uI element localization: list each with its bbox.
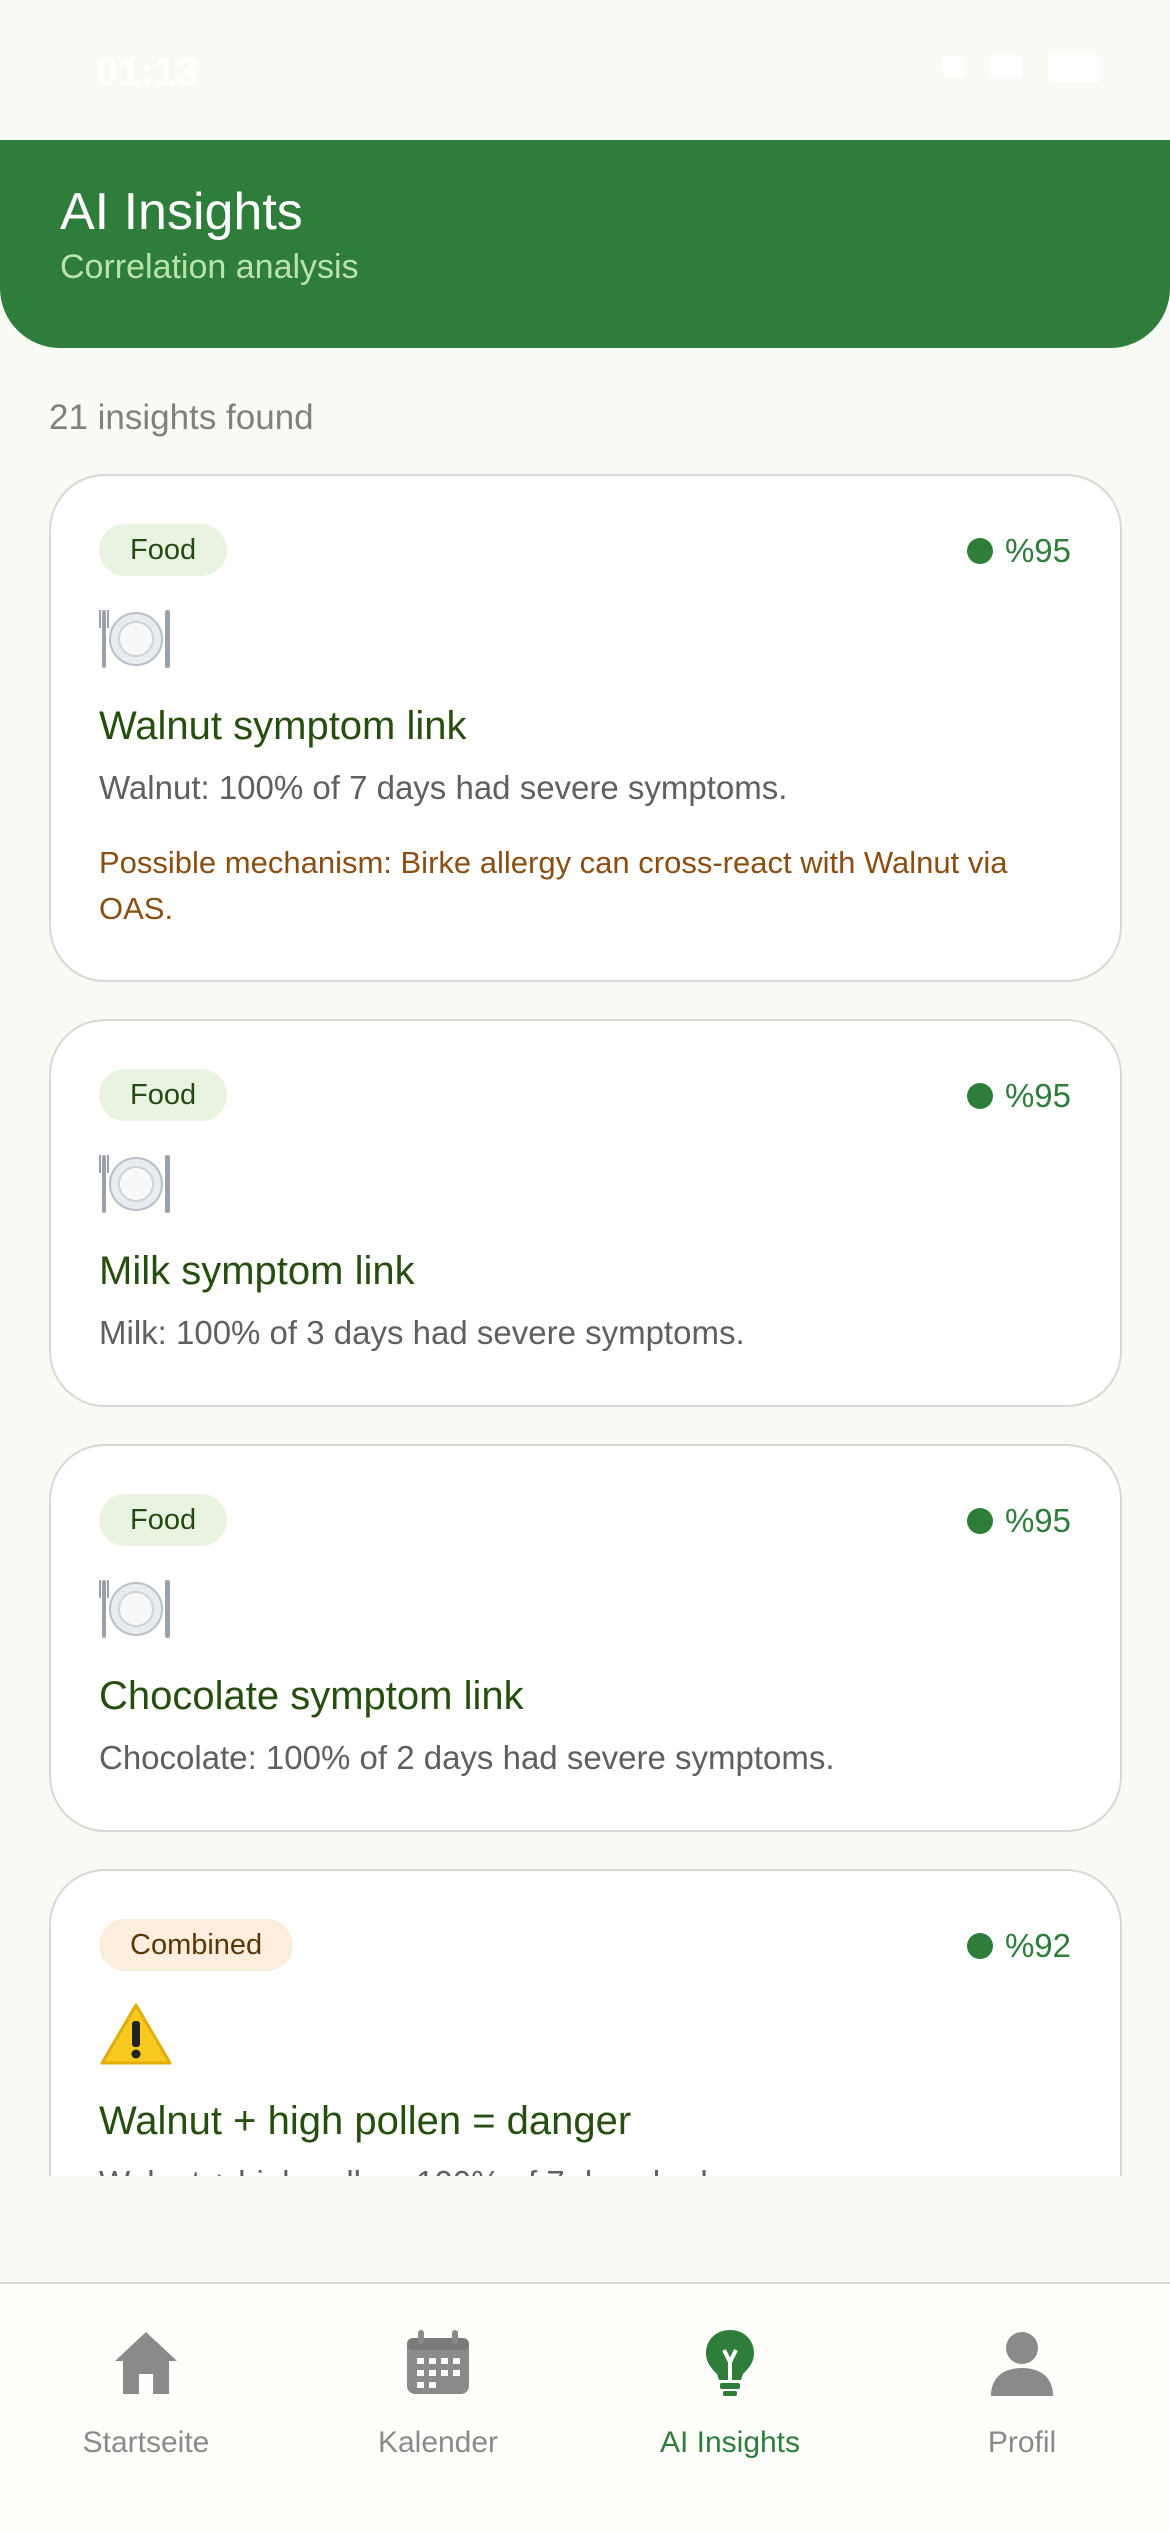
insight-title: Walnut + high pollen = danger — [99, 2099, 632, 2143]
confidence-value: %95 — [1004, 1502, 1071, 1539]
confidence-indicator: %95 — [966, 532, 1071, 570]
confidence-value: %92 — [1004, 1927, 1071, 1964]
plate-icon — [99, 1155, 170, 1213]
confidence-dot-icon — [966, 1508, 993, 1534]
insight-card[interactable]: Food %95 Milk symptom link Milk: 100% of… — [49, 1019, 1122, 1407]
page-subtitle: Correlation analysis — [60, 248, 359, 286]
insight-card[interactable]: Food %95 Chocolate symptom link Chocolat… — [49, 1444, 1122, 1832]
signal-icon — [942, 56, 964, 78]
confidence-value: %95 — [1004, 1077, 1071, 1114]
battery-icon — [1048, 52, 1100, 82]
insight-title: Walnut symptom link — [99, 704, 467, 748]
warning-icon — [100, 2003, 172, 2065]
confidence-dot-icon — [966, 538, 993, 564]
plate-icon — [99, 1580, 170, 1638]
category-tag: Food — [99, 1069, 228, 1121]
person-icon — [991, 2332, 1053, 2396]
confidence-value: %95 — [1004, 532, 1071, 569]
wifi-icon — [990, 55, 1022, 79]
insight-description: Chocolate: 100% of 2 days had severe sym… — [99, 1739, 835, 1776]
insight-description: Walnut: 100% of 7 days had severe sympto… — [99, 769, 788, 806]
confidence-indicator: %92 — [966, 1927, 1071, 1965]
nav-item-profil[interactable]: Profil — [876, 2284, 1168, 2484]
confidence-indicator: %95 — [966, 1077, 1071, 1115]
lightbulb-icon — [706, 2330, 754, 2396]
confidence-dot-icon — [966, 1933, 993, 1959]
insight-title: Chocolate symptom link — [99, 1674, 524, 1718]
insight-card[interactable]: Combined %92 Walnut + high pollen = dang… — [49, 1869, 1122, 2176]
nav-label: AI Insights — [659, 2426, 801, 2459]
nav-label: Profil — [987, 2426, 1057, 2459]
bottom-navigation: Startseite Kalender AI Insights Profil — [0, 2282, 1170, 2532]
category-tag: Combined — [99, 1919, 294, 1971]
category-tag: Food — [99, 1494, 228, 1546]
calendar-icon — [407, 2330, 469, 2394]
confidence-indicator: %95 — [966, 1502, 1071, 1540]
page-title: AI Insights — [60, 183, 303, 241]
status-time: 01:13 — [96, 50, 199, 94]
nav-label: Startseite — [82, 2426, 210, 2459]
insight-title: Milk symptom link — [99, 1249, 415, 1293]
nav-item-ai-insights[interactable]: AI Insights — [584, 2284, 876, 2484]
nav-label: Kalender — [377, 2426, 499, 2459]
app-header: AI Insights Correlation analysis — [0, 140, 1170, 348]
status-icons — [942, 52, 1100, 82]
insight-mechanism: Possible mechanism: Birke allergy can cr… — [99, 845, 1008, 926]
insight-card[interactable]: Food %95 Walnut symptom link Walnut: 100… — [49, 474, 1122, 982]
home-icon — [115, 2332, 177, 2394]
insights-list[interactable]: Food %95 Walnut symptom link Walnut: 100… — [49, 474, 1122, 2176]
insight-description: Milk: 100% of 3 days had severe symptoms… — [99, 1314, 745, 1351]
confidence-dot-icon — [966, 1083, 993, 1109]
status-bar: 01:13 — [0, 0, 1170, 140]
insight-description: Walnut + high pollen: 100% of 7 days had… — [99, 2164, 1079, 2176]
nav-item-startseite[interactable]: Startseite — [0, 2284, 292, 2484]
category-tag: Food — [99, 524, 228, 576]
nav-item-kalender[interactable]: Kalender — [292, 2284, 584, 2484]
plate-icon — [99, 610, 170, 668]
insights-count: 21 insights found — [49, 398, 314, 437]
